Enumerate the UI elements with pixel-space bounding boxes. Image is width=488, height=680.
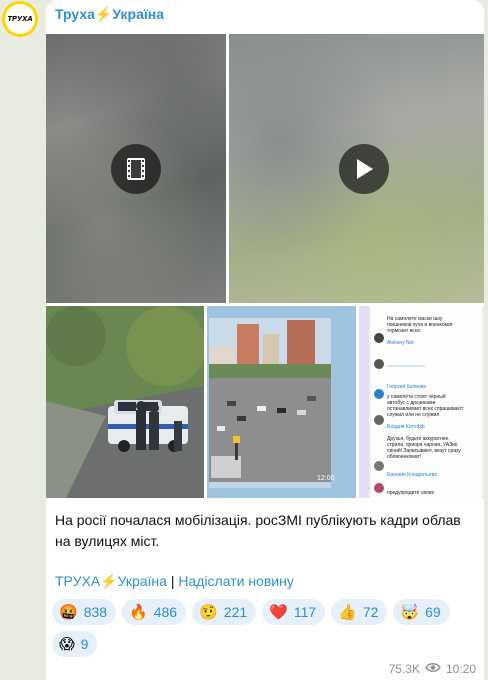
film-icon[interactable] xyxy=(111,144,161,194)
photo-police-car[interactable] xyxy=(46,306,204,498)
video-thumbnail-2[interactable] xyxy=(229,34,484,303)
reaction-count: 72 xyxy=(362,604,379,620)
reaction-count: 69 xyxy=(425,604,441,620)
reaction-skeptical[interactable]: 🤨 221 xyxy=(192,599,257,625)
channel-name[interactable]: Труха⚡️Україна xyxy=(55,6,164,23)
svg-text:синий! Записывают, везут сразу: синий! Записывают, везут сразу xyxy=(387,447,461,454)
thumbs-up-emoji-icon: 👍 xyxy=(338,602,357,621)
link-separator: | xyxy=(170,573,175,589)
raised-eyebrow-emoji-icon: 🤨 xyxy=(199,602,218,621)
reaction-count: 221 xyxy=(223,604,248,620)
message-meta: 75.3K 10:20 xyxy=(389,662,476,676)
photo-time-badge: 12:00 xyxy=(317,475,335,482)
heart-emoji-icon: ❤️ xyxy=(269,602,288,621)
message-bubble: Труха⚡️Україна 12:00 На самолете маски ш… xyxy=(46,0,484,680)
media-album: 12:00 На самолете маски шоу ганшников ку… xyxy=(46,34,484,498)
reaction-count: 838 xyxy=(83,604,108,620)
message-time: 10:20 xyxy=(445,662,476,676)
chat-text-4: предупредите своих xyxy=(387,490,435,496)
reaction-fire[interactable]: 🔥 486 xyxy=(122,599,187,625)
chat-name-1: Aleksey Net xyxy=(387,340,414,346)
chat-name-4: Евгения Кондратьева xyxy=(387,472,437,478)
submit-news-link[interactable]: Надіслати новину xyxy=(178,573,293,589)
svg-text:у самолёта стоит чёрный: у самолёта стоит чёрный xyxy=(387,393,446,400)
reaction-mind-blown[interactable]: 🤯 69 xyxy=(393,599,450,625)
reaction-angry[interactable]: 🤬 838 xyxy=(52,599,117,625)
reaction-thumbs-up[interactable]: 👍 72 xyxy=(331,599,388,625)
scream-emoji-icon: 😱 xyxy=(59,634,75,653)
reaction-count: 117 xyxy=(293,604,317,620)
svg-text:тормозит всех.: тормозит всех. xyxy=(387,328,421,334)
post-links: ТРУХА⚡️Україна | Надіслати новину xyxy=(55,573,294,590)
avatar-text: ТРУХА xyxy=(7,15,33,23)
chat-name-3: Владия Котофф xyxy=(387,424,425,430)
angry-emoji-icon: 🤬 xyxy=(59,602,78,621)
svg-text:служил или не служил: служил или не служил xyxy=(387,412,439,418)
reaction-count: 9 xyxy=(80,636,89,652)
view-count: 75.3K xyxy=(388,662,420,676)
photo-chat-screenshot[interactable]: На самолете маски шоу ганшников куча и в… xyxy=(359,306,484,498)
reaction-heart[interactable]: ❤️ 117 xyxy=(262,599,326,625)
fire-emoji-icon: 🔥 xyxy=(129,602,148,621)
avatar-logo: ТРУХА xyxy=(5,4,35,34)
channel-avatar[interactable]: ТРУХА xyxy=(2,1,38,37)
reaction-count: 486 xyxy=(153,604,178,620)
photo-street-intersection[interactable]: 12:00 xyxy=(207,306,356,498)
eye-icon xyxy=(425,662,441,676)
post-caption: На росії почалася мобілізація. росЗМІ пу… xyxy=(55,512,461,549)
svg-text:облвоенкомат!: облвоенкомат! xyxy=(387,454,421,460)
chat-name-2: Георгий Каленин xyxy=(387,383,426,390)
play-icon[interactable] xyxy=(339,144,389,194)
svg-text:~~~~~~~~~~~~~: ~~~~~~~~~~~~~ xyxy=(387,364,425,370)
mind-blown-emoji-icon: 🤯 xyxy=(400,602,420,621)
channel-link[interactable]: ТРУХА⚡️Україна xyxy=(55,573,167,589)
reactions-bar: 🤬 838 🔥 486 🤨 221 ❤️ 117 👍 72 🤯 69 😱 9 xyxy=(52,599,472,657)
reaction-scream[interactable]: 😱 9 xyxy=(52,631,98,657)
video-thumbnail-1[interactable] xyxy=(46,34,226,303)
